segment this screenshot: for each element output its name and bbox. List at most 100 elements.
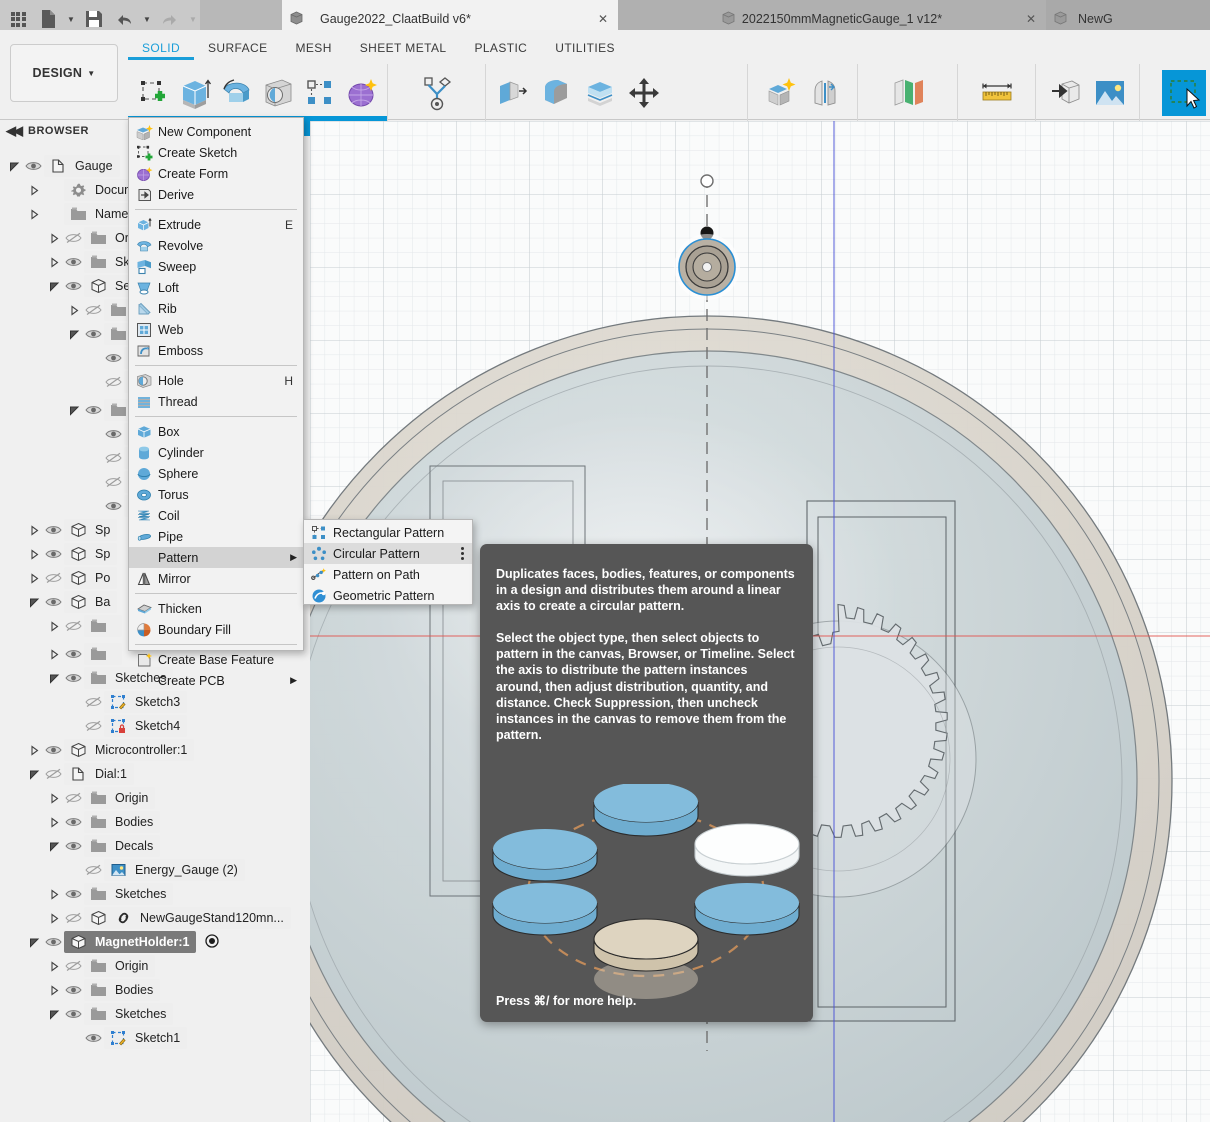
shell-icon[interactable] — [578, 70, 622, 116]
tree-row[interactable]: Bodies — [46, 978, 161, 1002]
create-menu-item-torus[interactable]: Torus — [129, 484, 303, 505]
tree-row[interactable]: Bodies — [46, 810, 161, 834]
create-menu-item-rib[interactable]: Rib — [129, 298, 303, 319]
chevron-down-icon[interactable] — [66, 326, 82, 342]
insert-derive-icon[interactable] — [1044, 70, 1088, 116]
create-menu-item-hole[interactable]: Hole H — [129, 370, 303, 391]
eye-hidden-icon[interactable] — [62, 790, 84, 806]
close-icon[interactable]: ✕ — [1026, 12, 1036, 26]
eye-visible-icon[interactable] — [102, 498, 124, 514]
create-menu-item-new-component[interactable]: New Component — [129, 121, 303, 142]
joint-icon[interactable] — [803, 70, 847, 116]
create-menu-item-create-sketch[interactable]: Create Sketch — [129, 142, 303, 163]
undo-icon[interactable] — [112, 7, 136, 31]
chevron-right-icon[interactable] — [66, 302, 82, 318]
tree-row[interactable]: Sketch4 — [66, 714, 188, 738]
extrude-icon[interactable] — [174, 70, 216, 116]
tree-row[interactable] — [46, 614, 122, 638]
tree-row[interactable]: Gauge — [6, 154, 120, 178]
pattern-submenu-item-pattern-on-path[interactable]: Pattern on Path — [304, 564, 472, 585]
eye-hidden-icon[interactable] — [102, 450, 124, 466]
tree-row[interactable]: Se — [46, 274, 138, 298]
tree-row[interactable]: Sp — [26, 542, 118, 566]
ribbon-tab-surface[interactable]: SURFACE — [194, 38, 281, 60]
create-menu-item-extrude[interactable]: Extrude E — [129, 214, 303, 235]
create-menu-item-coil[interactable]: Coil — [129, 505, 303, 526]
create-menu-item-boundary-fill[interactable]: Boundary Fill — [129, 619, 303, 640]
eye-hidden-icon[interactable] — [42, 570, 64, 586]
chevron-down-icon[interactable] — [46, 670, 62, 686]
eye-visible-icon[interactable] — [22, 158, 44, 174]
chevron-right-icon[interactable] — [26, 546, 42, 562]
chevron-right-icon[interactable] — [46, 230, 62, 246]
pattern-submenu-item-rectangular-pattern[interactable]: Rectangular Pattern — [304, 522, 472, 543]
ribbon-tab-solid[interactable]: SOLID — [128, 38, 195, 60]
eye-visible-icon[interactable] — [62, 838, 84, 854]
eye-hidden-icon[interactable] — [102, 474, 124, 490]
tree-row[interactable]: NewGaugeStand120mn... — [46, 906, 291, 930]
undo-caret-icon[interactable]: ▼ — [142, 7, 152, 31]
tree-row[interactable]: Energy_Gauge (2) — [66, 858, 245, 882]
app-grid-icon[interactable] — [6, 7, 30, 31]
ribbon-tab-mesh[interactable]: MESH — [282, 38, 346, 60]
eye-hidden-icon[interactable] — [42, 766, 64, 782]
move-copy-icon[interactable] — [622, 70, 666, 116]
eye-visible-icon[interactable] — [62, 254, 84, 270]
new-file-icon[interactable] — [36, 7, 60, 31]
more-options-icon[interactable] — [461, 547, 464, 560]
eye-hidden-icon[interactable] — [62, 910, 84, 926]
tree-row[interactable]: MagnetHolder:1 — [26, 930, 220, 954]
eye-hidden-icon[interactable] — [102, 374, 124, 390]
chevron-right-icon[interactable] — [26, 206, 42, 222]
new-file-caret-icon[interactable]: ▼ — [66, 7, 76, 31]
tree-row[interactable]: Decals — [46, 834, 161, 858]
close-icon[interactable]: ✕ — [598, 12, 608, 26]
chevron-right-icon[interactable] — [26, 522, 42, 538]
chevron-down-icon[interactable] — [46, 838, 62, 854]
tree-row[interactable]: Docum — [26, 178, 142, 202]
eye-visible-icon[interactable] — [102, 350, 124, 366]
ribbon-tab-utilities[interactable]: UTILITIES — [541, 38, 629, 60]
eye-hidden-icon[interactable] — [82, 302, 104, 318]
pattern-submenu-item-geometric-pattern[interactable]: Geometric Pattern — [304, 585, 472, 606]
eye-visible-icon[interactable] — [42, 522, 64, 538]
create-menu-item-create-form[interactable]: Create Form — [129, 163, 303, 184]
eye-hidden-icon[interactable] — [82, 718, 104, 734]
eye-visible-icon[interactable] — [42, 742, 64, 758]
tree-row[interactable]: Ba — [26, 590, 118, 614]
pattern-submenu[interactable]: Rectangular Pattern Circular Pattern Patte… — [303, 519, 473, 605]
chevron-right-icon[interactable] — [46, 646, 62, 662]
tree-row[interactable] — [46, 642, 122, 666]
revolve-icon[interactable] — [216, 70, 258, 116]
activate-component-radio[interactable] — [205, 933, 220, 951]
ribbon-tab-plastic[interactable]: PLASTIC — [460, 38, 541, 60]
ribbon-tab-sheet-metal[interactable]: SHEET METAL — [346, 38, 461, 60]
create-menu-item-create-base-feature[interactable]: Create Base Feature — [129, 649, 303, 670]
create-menu-item-emboss[interactable]: Emboss — [129, 340, 303, 361]
offset-plane-icon[interactable] — [886, 70, 930, 116]
chevron-right-icon[interactable] — [46, 910, 62, 926]
fillet-icon[interactable] — [534, 70, 578, 116]
create-menu-item-loft[interactable]: Loft — [129, 277, 303, 298]
eye-visible-icon[interactable] — [62, 278, 84, 294]
redo-icon[interactable] — [158, 7, 182, 31]
tree-row[interactable]: Sp — [26, 518, 118, 542]
create-menu-item-thicken[interactable]: Thicken — [129, 598, 303, 619]
create-menu-item-thread[interactable]: Thread — [129, 391, 303, 412]
tree-row[interactable]: Sketches — [46, 882, 174, 906]
chevron-down-icon[interactable] — [26, 766, 42, 782]
chevron-right-icon[interactable] — [46, 982, 62, 998]
create-menu-item-box[interactable]: Box — [129, 421, 303, 442]
chevron-right-icon[interactable] — [26, 182, 42, 198]
chevron-right-icon[interactable] — [46, 254, 62, 270]
tree-row[interactable]: Sk — [46, 250, 137, 274]
tree-row[interactable]: Sketches — [46, 1002, 174, 1026]
create-menu-item-mirror[interactable]: Mirror — [129, 568, 303, 589]
tree-row[interactable]: Origin — [46, 786, 156, 810]
chevron-right-icon[interactable] — [46, 618, 62, 634]
eye-visible-icon[interactable] — [62, 982, 84, 998]
create-menu-item-create-pcb[interactable]: Create PCB ▶ — [129, 670, 303, 691]
automate-icon[interactable] — [415, 70, 459, 116]
hole-icon[interactable] — [257, 70, 299, 116]
chevron-down-icon[interactable] — [66, 402, 82, 418]
